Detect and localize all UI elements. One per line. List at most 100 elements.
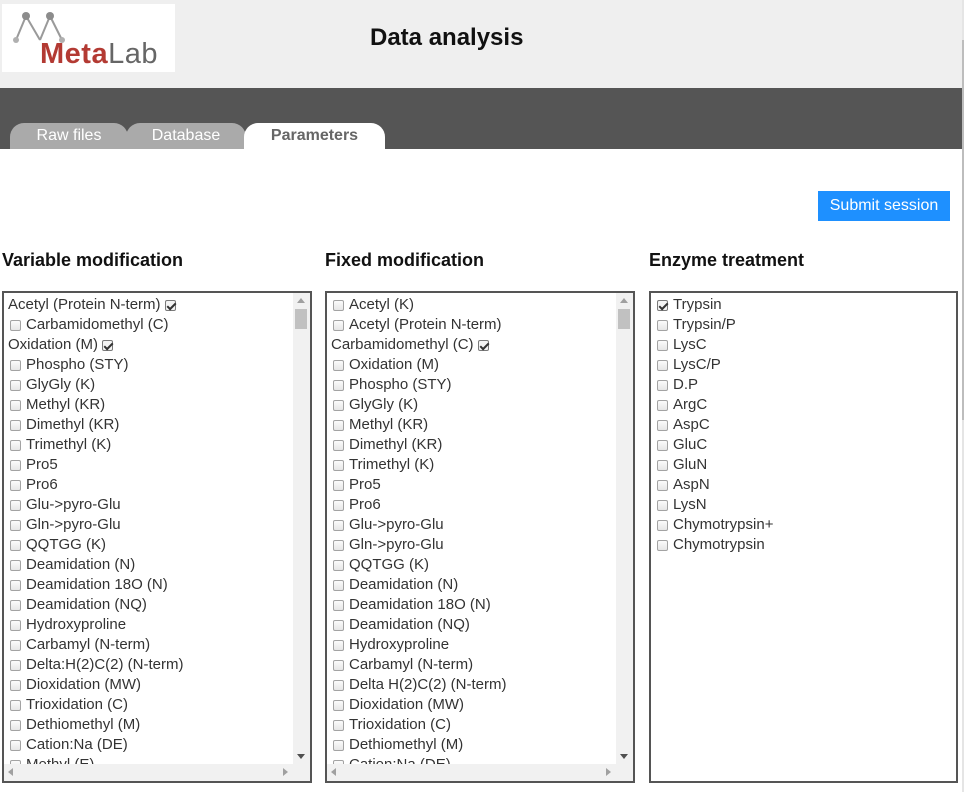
variable-modification-list[interactable]: Acetyl (Protein N-term) Carbamidomethyl (… <box>2 291 312 783</box>
checkbox-checked[interactable] <box>477 339 489 351</box>
list-item[interactable]: Trimethyl (K) <box>6 435 294 455</box>
list-item[interactable]: LysN <box>653 495 940 515</box>
list-item[interactable]: Pro6 <box>329 495 617 515</box>
list-item[interactable]: Deamidation (N) <box>329 575 617 595</box>
list-item[interactable]: Chymotrypsin <box>653 535 940 555</box>
checkbox[interactable] <box>333 559 344 571</box>
list-item[interactable]: GluC <box>653 435 940 455</box>
list-item[interactable]: GlyGly (K) <box>6 375 294 395</box>
list-item[interactable]: Deamidation 18O (N) <box>6 575 294 595</box>
list-item[interactable]: Trimethyl (K) <box>329 455 617 475</box>
list-item[interactable]: Oxidation (M) <box>6 335 294 355</box>
tab-database[interactable]: Database <box>126 123 246 149</box>
scroll-down-icon[interactable] <box>297 754 305 759</box>
list-item[interactable]: ArgC <box>653 395 940 415</box>
list-item[interactable]: Pro5 <box>6 455 294 475</box>
checkbox-checked[interactable] <box>102 339 114 351</box>
submit-session-button[interactable]: Submit session <box>818 191 950 221</box>
checkbox[interactable] <box>10 539 21 551</box>
checkbox-checked[interactable] <box>164 299 176 311</box>
list-item[interactable]: Carbamyl (N-term) <box>329 655 617 675</box>
checkbox[interactable] <box>333 359 344 371</box>
list-item[interactable]: Deamidation 18O (N) <box>329 595 617 615</box>
checkbox[interactable] <box>333 459 344 471</box>
list-item[interactable]: D.P <box>653 375 940 395</box>
checkbox[interactable] <box>10 739 21 751</box>
enzyme-treatment-list[interactable]: Trypsin Trypsin/P LysC LysC/P D.P ArgC AspC Glu… <box>649 291 958 783</box>
checkbox[interactable] <box>10 619 21 631</box>
list-item[interactable]: Hydroxyproline <box>329 635 617 655</box>
scroll-up-icon[interactable] <box>297 298 305 303</box>
checkbox[interactable] <box>657 499 668 511</box>
list-item[interactable]: Dimethyl (KR) <box>329 435 617 455</box>
checkbox[interactable] <box>10 719 21 731</box>
list-item[interactable]: Gln->pyro-Glu <box>329 535 617 555</box>
vertical-scrollbar[interactable] <box>293 293 310 764</box>
checkbox[interactable] <box>333 439 344 451</box>
list-item[interactable]: Dethiomethyl (M) <box>6 715 294 735</box>
checkbox[interactable] <box>10 479 21 491</box>
checkbox[interactable] <box>10 419 21 431</box>
checkbox-checked[interactable] <box>657 299 668 311</box>
checkbox[interactable] <box>333 659 344 671</box>
checkbox[interactable] <box>10 659 21 671</box>
list-item[interactable]: Dethiomethyl (M) <box>329 735 617 755</box>
list-item[interactable]: QQTGG (K) <box>6 535 294 555</box>
checkbox[interactable] <box>10 599 21 611</box>
checkbox[interactable] <box>10 379 21 391</box>
checkbox[interactable] <box>333 299 344 311</box>
vertical-scrollbar[interactable] <box>616 293 633 764</box>
list-item[interactable]: Trioxidation (C) <box>6 695 294 715</box>
list-item[interactable]: Acetyl (Protein N-term) <box>6 295 294 315</box>
list-item[interactable]: Methyl (KR) <box>6 395 294 415</box>
checkbox[interactable] <box>10 399 21 411</box>
scroll-thumb[interactable] <box>618 309 630 329</box>
checkbox[interactable] <box>333 679 344 691</box>
list-item[interactable]: Trioxidation (C) <box>329 715 617 735</box>
checkbox[interactable] <box>333 379 344 391</box>
list-item[interactable]: Carbamidomethyl (C) <box>6 315 294 335</box>
list-item[interactable]: Gln->pyro-Glu <box>6 515 294 535</box>
scroll-down-icon[interactable] <box>620 754 628 759</box>
checkbox[interactable] <box>657 459 668 471</box>
list-item[interactable]: Phospho (STY) <box>329 375 617 395</box>
checkbox[interactable] <box>333 399 344 411</box>
list-item[interactable]: Delta:H(2)C(2) (N-term) <box>6 655 294 675</box>
list-item[interactable]: Trypsin/P <box>653 315 940 335</box>
checkbox[interactable] <box>10 439 21 451</box>
scroll-left-icon[interactable] <box>331 768 336 776</box>
list-item[interactable]: Trypsin <box>653 295 940 315</box>
list-item[interactable]: AspN <box>653 475 940 495</box>
tab-raw-files[interactable]: Raw files <box>10 123 128 149</box>
scroll-right-icon[interactable] <box>283 768 288 776</box>
list-item[interactable]: Dioxidation (MW) <box>329 695 617 715</box>
checkbox[interactable] <box>333 479 344 491</box>
list-item[interactable]: Methyl (KR) <box>329 415 617 435</box>
list-item[interactable]: Deamidation (NQ) <box>6 595 294 615</box>
checkbox[interactable] <box>333 719 344 731</box>
list-item[interactable]: QQTGG (K) <box>329 555 617 575</box>
checkbox[interactable] <box>333 639 344 651</box>
list-item[interactable]: Cation:Na (DE) <box>6 735 294 755</box>
checkbox[interactable] <box>10 679 21 691</box>
list-item[interactable]: LysC/P <box>653 355 940 375</box>
list-item[interactable]: LysC <box>653 335 940 355</box>
list-item[interactable]: Acetyl (K) <box>329 295 617 315</box>
list-item[interactable]: Glu->pyro-Glu <box>329 515 617 535</box>
checkbox[interactable] <box>333 499 344 511</box>
checkbox[interactable] <box>10 499 21 511</box>
checkbox[interactable] <box>10 579 21 591</box>
tab-parameters[interactable]: Parameters <box>244 123 385 149</box>
list-item[interactable]: Oxidation (M) <box>329 355 617 375</box>
checkbox[interactable] <box>657 359 668 371</box>
list-item[interactable]: Pro5 <box>329 475 617 495</box>
horizontal-scrollbar[interactable] <box>327 764 633 781</box>
list-item[interactable]: Pro6 <box>6 475 294 495</box>
checkbox[interactable] <box>10 639 21 651</box>
checkbox[interactable] <box>333 519 344 531</box>
checkbox[interactable] <box>657 539 668 551</box>
checkbox[interactable] <box>333 319 344 331</box>
list-item[interactable]: AspC <box>653 415 940 435</box>
checkbox[interactable] <box>10 699 21 711</box>
list-item[interactable]: Deamidation (NQ) <box>329 615 617 635</box>
